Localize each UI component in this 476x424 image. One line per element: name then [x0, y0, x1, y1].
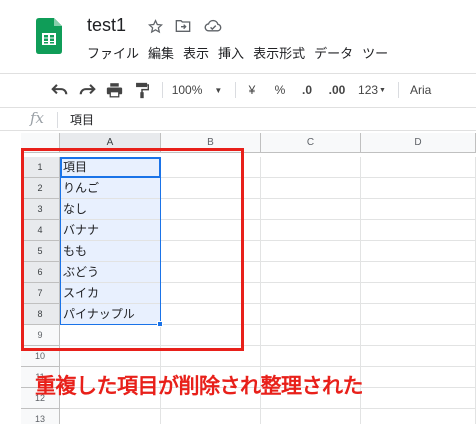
cell-c7[interactable] — [261, 283, 361, 304]
increase-decimals-button[interactable]: .00 — [324, 78, 350, 102]
cell-c1[interactable] — [261, 157, 361, 178]
highlight-box — [21, 148, 244, 351]
menu-data[interactable]: データ — [314, 44, 353, 66]
document-title[interactable]: test1 — [87, 15, 126, 36]
menu-tools[interactable]: ツー — [362, 44, 388, 66]
cell-c8[interactable] — [261, 304, 361, 325]
format-percent-button[interactable]: % — [272, 78, 288, 102]
format-currency-button[interactable]: ¥ — [244, 78, 260, 102]
formula-bar-divider — [57, 112, 58, 128]
menu-format[interactable]: 表示形式 — [253, 44, 305, 66]
cell-c9[interactable] — [261, 325, 361, 346]
cell-d6[interactable] — [361, 262, 476, 283]
menu-view[interactable]: 表示 — [183, 44, 209, 66]
cell-d12[interactable] — [361, 388, 476, 409]
table-row: 13 — [0, 409, 476, 424]
toolbar-divider — [235, 82, 236, 98]
zoom-value: 100% — [171, 83, 203, 97]
cell-d10[interactable] — [361, 346, 476, 367]
move-to-folder-icon[interactable] — [174, 17, 192, 35]
column-header-d[interactable]: D — [361, 133, 476, 153]
toolbar-divider — [162, 82, 163, 98]
cell-d2[interactable] — [361, 178, 476, 199]
formula-bar: fx 項目 — [0, 107, 476, 131]
cell-d9[interactable] — [361, 325, 476, 346]
fx-icon: fx — [30, 109, 45, 127]
toolbar: 100% ▼ ¥ % .0 .00 123 ▼ Aria — [0, 73, 476, 105]
zoom-select[interactable]: 100% ▼ — [170, 78, 224, 102]
sheets-logo-icon[interactable] — [36, 18, 62, 54]
column-header-c[interactable]: C — [261, 133, 361, 153]
paint-format-icon[interactable] — [131, 78, 153, 102]
cell-d11[interactable] — [361, 367, 476, 388]
star-icon[interactable] — [146, 17, 164, 35]
row-header[interactable]: 13 — [21, 409, 60, 424]
cell-d3[interactable] — [361, 199, 476, 220]
menu-bar: ファイル 編集 表示 挿入 表示形式 データ ツー — [87, 44, 397, 66]
more-formats-label: 123 — [358, 83, 379, 97]
menu-edit[interactable]: 編集 — [148, 44, 174, 66]
dropdown-arrow-icon: ▼ — [214, 85, 223, 95]
cell-c3[interactable] — [261, 199, 361, 220]
cloud-status-icon[interactable] — [204, 17, 222, 35]
toolbar-divider — [398, 82, 399, 98]
decrease-decimals-button[interactable]: .0 — [296, 78, 318, 102]
dropdown-arrow-icon: ▼ — [379, 86, 386, 94]
cell-c2[interactable] — [261, 178, 361, 199]
cell-c10[interactable] — [261, 346, 361, 367]
menu-insert[interactable]: 挿入 — [218, 44, 244, 66]
redo-icon[interactable] — [76, 78, 98, 102]
cell-c6[interactable] — [261, 262, 361, 283]
app-header: test1 ファイル 編集 表示 挿入 表示形式 データ ツー — [0, 0, 476, 70]
menu-file[interactable]: ファイル — [87, 44, 139, 66]
cell-a13[interactable] — [60, 409, 161, 424]
cell-d8[interactable] — [361, 304, 476, 325]
font-family-select[interactable]: Aria — [410, 78, 440, 102]
cell-d7[interactable] — [361, 283, 476, 304]
annotation-caption: 重複した項目が削除され整理された — [35, 374, 364, 398]
cell-c4[interactable] — [261, 220, 361, 241]
cell-b13[interactable] — [161, 409, 261, 424]
cell-d1[interactable] — [361, 157, 476, 178]
cell-d5[interactable] — [361, 241, 476, 262]
cell-d13[interactable] — [361, 409, 476, 424]
more-formats-button[interactable]: 123 ▼ — [354, 78, 390, 102]
print-icon[interactable] — [103, 78, 125, 102]
formula-input[interactable]: 項目 — [70, 111, 94, 128]
cell-c13[interactable] — [261, 409, 361, 424]
undo-icon[interactable] — [48, 78, 70, 102]
cell-c5[interactable] — [261, 241, 361, 262]
cell-d4[interactable] — [361, 220, 476, 241]
